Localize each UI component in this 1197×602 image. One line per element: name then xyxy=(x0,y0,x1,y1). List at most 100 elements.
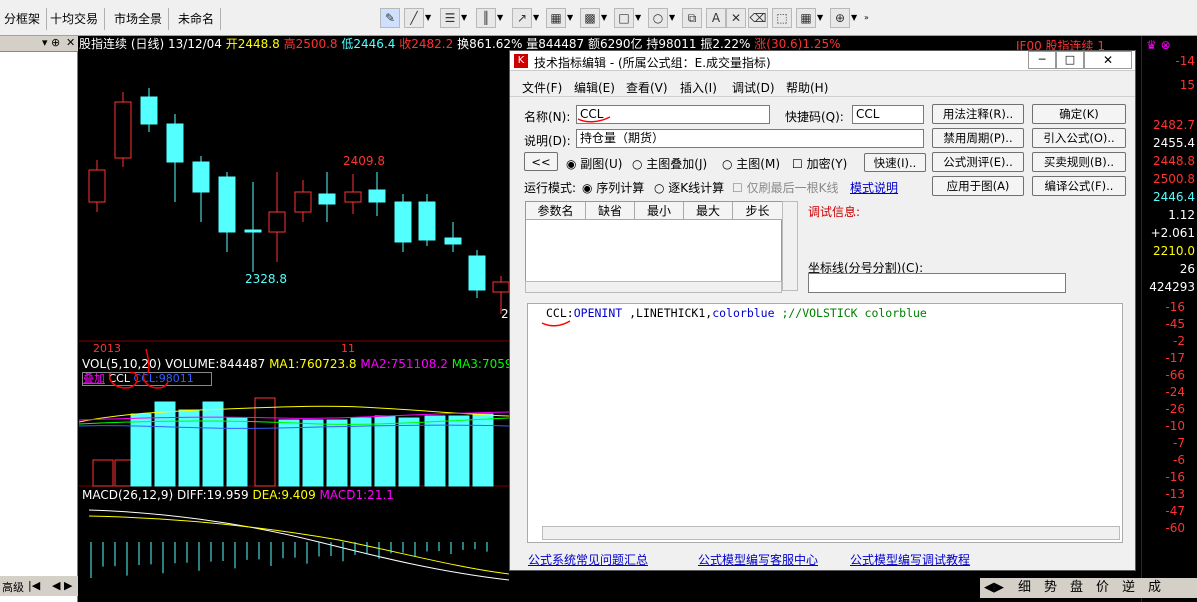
menu-debug[interactable]: 调试(D) xyxy=(732,79,775,96)
radio-sequence[interactable]: ◉ 序列计算 xyxy=(582,179,644,196)
mode-help-link[interactable]: 模式说明 xyxy=(850,179,898,196)
candle xyxy=(166,114,184,202)
dialog-titlebar[interactable]: K 技术指标编辑 - (所属公式组：E.成交量指标) ─ □ ✕ xyxy=(510,51,1135,71)
description-input[interactable]: 持仓量（期货） xyxy=(576,129,924,148)
col-max: 最大 xyxy=(684,202,733,220)
chevron-down-icon[interactable]: ▼ xyxy=(425,12,433,24)
table-scrollbar[interactable] xyxy=(782,201,798,291)
advanced-label[interactable]: 高级 xyxy=(2,579,24,595)
lock-icon[interactable]: ⊕ xyxy=(830,8,850,28)
maximize-button[interactable]: □ xyxy=(1056,51,1084,69)
tab-book[interactable]: 盘 xyxy=(1070,578,1083,598)
dialog-footer: 公式系统常见问题汇总 公式模型编写客服中心 公式模型编写调试教程 xyxy=(510,547,1135,570)
service-link[interactable]: 公式模型编写客服中心 xyxy=(698,551,818,568)
palette-icon[interactable]: ▦ xyxy=(796,8,816,28)
trade-rules-button[interactable]: 买卖规则(B).. xyxy=(1032,152,1126,172)
usage-notes-button[interactable]: 用法注释(R).. xyxy=(932,104,1024,124)
table-hscrollbar[interactable] xyxy=(525,281,782,293)
import-formula-button[interactable]: 引入公式(O).. xyxy=(1032,128,1126,148)
tab-price[interactable]: 价 xyxy=(1096,578,1109,598)
erase-icon[interactable]: ⌫ xyxy=(748,8,768,28)
grid-icon[interactable]: ▦ xyxy=(546,8,566,28)
tab-trades[interactable]: 成 xyxy=(1148,578,1161,598)
volume-bar xyxy=(130,413,152,487)
radio-main-overlay[interactable]: ○ 主图叠加(J) xyxy=(632,155,707,172)
right-axis-scale-value: -16 xyxy=(1165,470,1185,484)
vol-volume: VOLUME:844487 xyxy=(165,357,266,371)
tab-framework[interactable]: 分框架 xyxy=(0,8,48,30)
tab-unnamed[interactable]: 未命名 xyxy=(172,8,222,30)
candlestick-chart[interactable]: 2409.8 2328.8 2 2013 11 xyxy=(79,52,509,352)
formula-test-button[interactable]: 公式测评(E).. xyxy=(932,152,1024,172)
menu-insert[interactable]: 插入(I) xyxy=(680,79,717,96)
encrypt-checkbox[interactable]: ☐ 加密(Y) xyxy=(792,155,847,172)
nav-back-icon[interactable]: ◀▶ xyxy=(984,578,1004,598)
chevron-down-icon[interactable]: ▼ xyxy=(851,12,859,24)
ok-button[interactable]: 确定(K) xyxy=(1032,104,1126,124)
parameter-table[interactable]: 参数名 缺省 最小 最大 步长 xyxy=(525,201,783,291)
hotkey-input[interactable]: CCL xyxy=(852,105,924,124)
close-button[interactable]: ✕ xyxy=(1084,51,1132,69)
right-axis-value: 2446.4 xyxy=(1153,190,1195,204)
apply-to-chart-button[interactable]: 应用于图(A) xyxy=(932,176,1024,196)
run-mode-label: 运行模式: xyxy=(524,181,577,195)
right-axis-scale-value: -60 xyxy=(1165,521,1185,535)
faq-link[interactable]: 公式系统常见问题汇总 xyxy=(528,551,648,568)
last-bar-checkbox[interactable]: ☐ 仅刷最后一根K线 xyxy=(732,179,838,196)
chevron-down-icon[interactable]: ▼ xyxy=(461,12,469,24)
coord-lines-input[interactable] xyxy=(808,273,1066,293)
tab-market-overview[interactable]: 市场全景 xyxy=(108,8,170,30)
menu-help[interactable]: 帮助(H) xyxy=(786,79,828,96)
tag-icon[interactable]: ⬚ xyxy=(772,8,792,28)
disable-period-button[interactable]: 禁用周期(P).. xyxy=(932,128,1024,148)
compile-formula-button[interactable]: 编译公式(F).. xyxy=(1032,176,1126,196)
code-hscrollbar[interactable] xyxy=(542,526,1120,540)
radio-main-chart[interactable]: ○ 主图(M) xyxy=(722,155,780,172)
close-icon[interactable]: ✕ xyxy=(66,36,75,49)
crown-icon[interactable]: ♛ ⊗ xyxy=(1146,38,1171,52)
tab-ten-avg-trade[interactable]: 十均交易 xyxy=(44,8,106,30)
ellipse-icon[interactable]: ○ xyxy=(648,8,668,28)
formula-code-editor[interactable]: CCL:OPENINT ,LINETHICK1,colorblue ;//VOL… xyxy=(527,303,1123,543)
description-label: 说明(D): xyxy=(524,134,571,148)
chevron-down-icon[interactable]: ▼ xyxy=(817,12,825,24)
tab-trend[interactable]: 势 xyxy=(1044,578,1057,598)
chevron-down-icon[interactable]: ▼ xyxy=(567,12,575,24)
table-icon[interactable]: ☰ xyxy=(440,8,460,28)
overflow-icon[interactable]: » xyxy=(864,12,872,24)
tutorial-link[interactable]: 公式模型编写调试教程 xyxy=(850,551,970,568)
radio-per-bar[interactable]: ○ 逐K线计算 xyxy=(654,179,724,196)
menu-edit[interactable]: 编辑(E) xyxy=(574,79,615,96)
quick-button[interactable]: 快速(I).. xyxy=(864,153,926,172)
text-icon[interactable]: A xyxy=(706,8,726,28)
chevron-down-icon[interactable]: ▼ xyxy=(497,12,505,24)
fibo-icon[interactable]: ▩ xyxy=(580,8,600,28)
chevron-down-icon[interactable]: ▼ xyxy=(669,12,677,24)
radio-sub-chart[interactable]: ◉ 副图(U) xyxy=(566,155,622,172)
tab-reverse[interactable]: 逆 xyxy=(1122,578,1135,598)
collapse-button[interactable]: << xyxy=(524,152,558,171)
copy-icon[interactable]: ⧉ xyxy=(682,8,702,28)
menu-view[interactable]: 查看(V) xyxy=(626,79,668,96)
minimize-button[interactable]: ─ xyxy=(1028,51,1056,69)
line-icon[interactable]: ╱ xyxy=(404,8,424,28)
chevron-down-icon[interactable]: ▼ xyxy=(635,12,643,24)
chevron-down-icon[interactable]: ▼ xyxy=(601,12,609,24)
trend-icon[interactable]: ↗ xyxy=(512,8,532,28)
nav-next-icon[interactable]: ◀ ▶ xyxy=(52,579,72,592)
debug-info-label: 调试信息: xyxy=(808,205,861,219)
candle xyxy=(218,172,236,252)
pin-icon[interactable]: ▾ ⊕ xyxy=(42,36,60,49)
columns-icon[interactable]: ║ xyxy=(476,8,496,28)
candle xyxy=(244,182,262,272)
pen-icon[interactable]: ✎ xyxy=(380,8,400,28)
tab-detail[interactable]: 细 xyxy=(1018,578,1031,598)
close-box-icon[interactable]: ✕ xyxy=(726,8,746,28)
menu-file[interactable]: 文件(F) xyxy=(522,79,562,96)
chevron-down-icon[interactable]: ▼ xyxy=(533,12,541,24)
volume-chart[interactable] xyxy=(79,390,509,488)
macd-chart[interactable] xyxy=(79,502,509,598)
left-panel-header: ▾ ⊕ ✕ xyxy=(0,36,78,52)
nav-prev-icon[interactable]: |◀ xyxy=(28,579,40,592)
rect-icon[interactable]: □ xyxy=(614,8,634,28)
